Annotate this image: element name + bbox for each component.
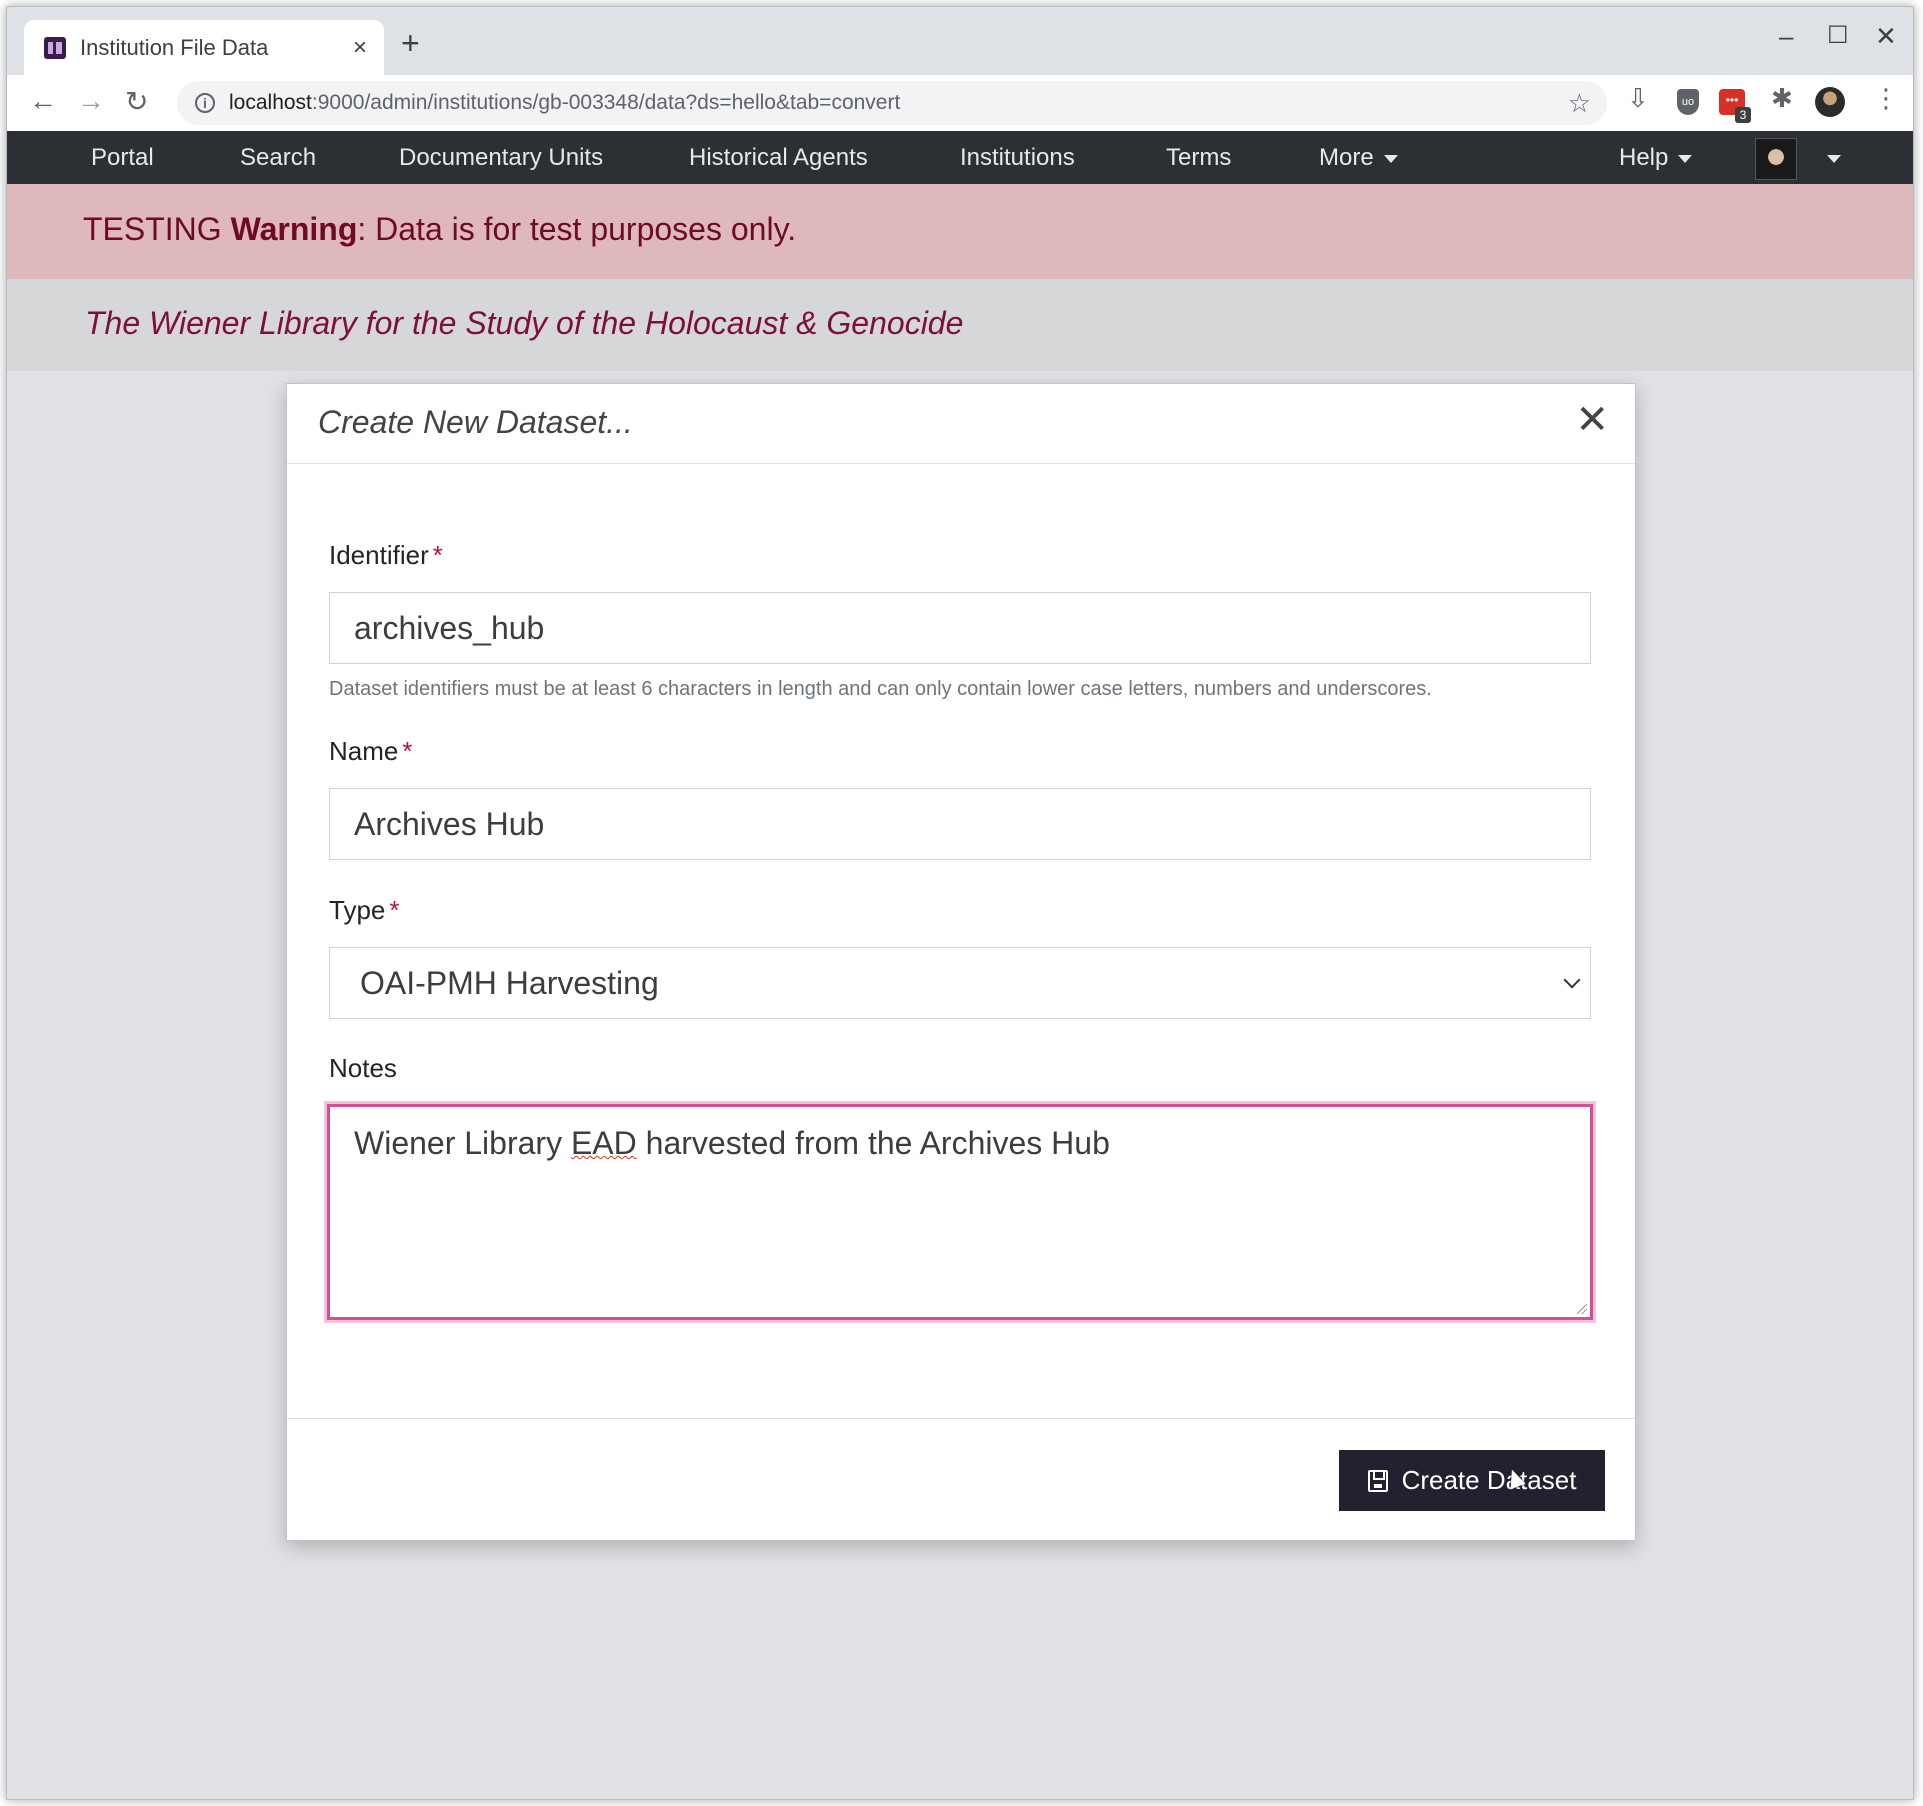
browser-window: Institution File Data × + – ☐ ✕ ← → ↻ i … <box>6 6 1914 1800</box>
tab-title: Institution File Data <box>80 35 269 60</box>
red-extension-icon[interactable]: ••• 3 <box>1719 89 1751 123</box>
ublock-extension-icon[interactable]: uo <box>1677 89 1699 115</box>
modal-header: Create New Dataset... ✕ <box>287 384 1635 464</box>
back-arrow-icon[interactable]: ← <box>29 85 57 117</box>
type-label: Type * <box>329 895 400 925</box>
profile-avatar-icon[interactable] <box>1815 87 1845 117</box>
save-icon <box>1367 1469 1388 1492</box>
nav-institutions[interactable]: Institutions <box>960 144 1075 172</box>
create-dataset-modal: Create New Dataset... ✕ Identifier * arch… <box>286 383 1636 1541</box>
institution-banner: The Wiener Library for the Study of the … <box>7 279 1913 371</box>
site-favicon-icon <box>44 37 66 59</box>
browser-menu-icon[interactable]: ⋮ <box>1873 83 1899 113</box>
nav-more-dropdown[interactable]: More <box>1319 144 1398 172</box>
user-menu-chevron-icon[interactable] <box>1827 155 1841 163</box>
browser-toolbar: ← → ↻ i localhost:9000/admin/institution… <box>7 75 1913 132</box>
alert-text: TESTING Warning: Data is for test purpos… <box>83 211 797 247</box>
close-icon[interactable]: ✕ <box>1575 400 1609 440</box>
name-label: Name * <box>329 736 413 766</box>
user-avatar[interactable] <box>1755 138 1797 180</box>
create-dataset-label: Create Dataset <box>1401 1465 1577 1495</box>
nav-portal[interactable]: Portal <box>91 144 154 172</box>
nav-historical-agents[interactable]: Historical Agents <box>689 144 868 172</box>
tab-close-icon[interactable]: × <box>344 34 376 62</box>
forward-arrow-icon[interactable]: → <box>77 85 105 117</box>
notes-label: Notes <box>329 1053 397 1083</box>
identifier-input[interactable]: archives_hub <box>329 592 1591 664</box>
identifier-label: Identifier * <box>329 540 443 570</box>
notes-textarea[interactable]: Wiener Library EAD harvested from the Ar… <box>327 1104 1593 1320</box>
nav-documentary-units[interactable]: Documentary Units <box>399 144 603 172</box>
name-input[interactable]: Archives Hub <box>329 788 1591 860</box>
tab-strip: Institution File Data × + – ☐ ✕ <box>7 7 1913 76</box>
type-select-value: OAI-PMH Harvesting <box>360 964 659 1001</box>
chevron-down-icon <box>1563 971 1581 989</box>
modal-footer: Create Dataset <box>287 1418 1635 1541</box>
browser-tab[interactable]: Institution File Data × <box>24 20 384 76</box>
extensions-puzzle-icon[interactable]: ✱ <box>1771 83 1797 113</box>
create-dataset-button[interactable]: Create Dataset <box>1339 1450 1605 1511</box>
chevron-down-icon <box>1383 154 1398 163</box>
identifier-help-text: Dataset identifiers must be at least 6 c… <box>329 678 1432 700</box>
site-info-icon[interactable]: i <box>195 93 215 113</box>
reload-icon[interactable]: ↻ <box>125 85 148 118</box>
required-marker: * <box>432 540 443 570</box>
maximize-icon[interactable]: ☐ <box>1827 21 1849 50</box>
testing-warning-alert: TESTING Warning: Data is for test purpos… <box>7 184 1913 280</box>
misspelled-word: EAD <box>570 1125 637 1161</box>
nav-search[interactable]: Search <box>240 144 316 172</box>
type-select[interactable]: OAI-PMH Harvesting <box>329 947 1591 1019</box>
new-tab-button[interactable]: + <box>401 27 420 59</box>
resize-grip-icon[interactable] <box>1577 1304 1587 1314</box>
institution-title: The Wiener Library for the Study of the … <box>85 305 964 341</box>
minimize-icon[interactable]: – <box>1779 21 1793 52</box>
chevron-down-icon <box>1678 154 1693 163</box>
download-icon[interactable]: ⇩ <box>1627 83 1653 113</box>
url-text[interactable]: localhost:9000/admin/institutions/gb-003… <box>229 91 1568 115</box>
bookmark-star-icon[interactable]: ☆ <box>1568 88 1591 119</box>
extension-badge: 3 <box>1735 107 1751 123</box>
site-navbar: Portal Search Documentary Units Historic… <box>7 131 1913 184</box>
required-marker: * <box>402 736 413 766</box>
required-marker: * <box>389 895 400 925</box>
window-close-icon[interactable]: ✕ <box>1875 21 1897 52</box>
nav-terms[interactable]: Terms <box>1166 144 1231 172</box>
modal-title: Create New Dataset... <box>318 404 633 440</box>
nav-help-dropdown[interactable]: Help <box>1619 144 1693 172</box>
address-bar[interactable]: i localhost:9000/admin/institutions/gb-0… <box>177 81 1607 125</box>
